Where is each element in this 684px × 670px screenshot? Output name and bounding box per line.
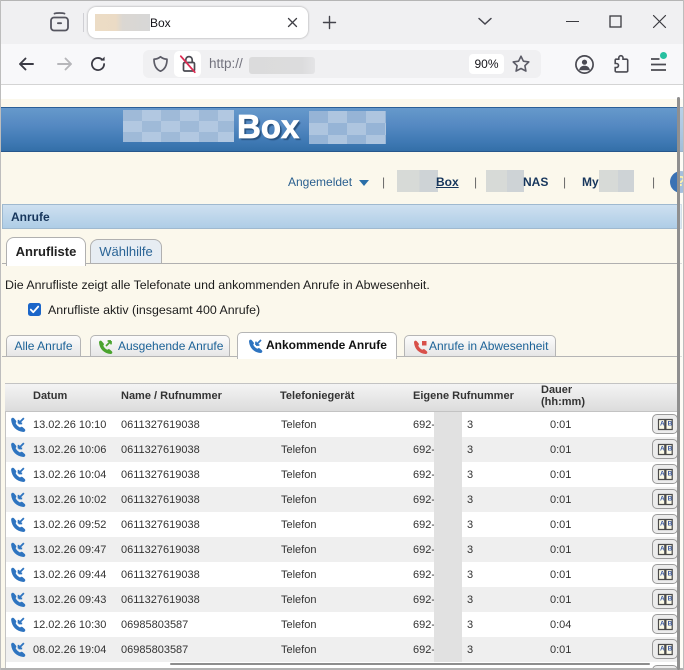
svg-text:B: B [668, 521, 673, 528]
svg-text:B: B [668, 421, 673, 428]
svg-text:A: A [660, 421, 665, 428]
svg-text:A: A [660, 596, 665, 603]
svg-text:A: A [660, 496, 665, 503]
svg-text:B: B [668, 646, 673, 653]
svg-text:B: B [668, 496, 673, 503]
svg-text:A: A [660, 471, 665, 478]
svg-text:A: A [660, 521, 665, 528]
svg-text:A: A [660, 646, 665, 653]
svg-text:B: B [668, 621, 673, 628]
svg-text:B: B [668, 571, 673, 578]
svg-text:B: B [668, 471, 673, 478]
svg-text:B: B [668, 546, 673, 553]
svg-text:A: A [660, 571, 665, 578]
svg-text:A: A [660, 621, 665, 628]
svg-text:A: A [660, 546, 665, 553]
svg-text:A: A [660, 446, 665, 453]
svg-text:B: B [668, 596, 673, 603]
svg-text:B: B [668, 446, 673, 453]
